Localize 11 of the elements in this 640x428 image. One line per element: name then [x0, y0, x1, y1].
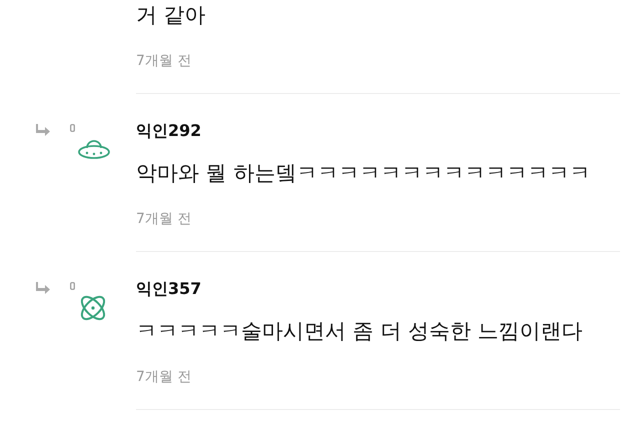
marker-icon [70, 124, 75, 132]
user-name: 익인292 [136, 120, 202, 142]
comment-time: 7개월 전 [136, 368, 192, 387]
comment-text: 악마와 뭘 하는뎈ㅋㅋㅋㅋㅋㅋㅋㅋㅋㅋㅋㅋㅋㅋ [136, 160, 592, 187]
comment-time: 7개월 전 [136, 210, 192, 229]
flying-saucer-icon [77, 138, 111, 160]
comment-text: 거 같아 [136, 2, 207, 29]
comment-time: 7개월 전 [136, 52, 192, 71]
user-name: 익인357 [136, 278, 202, 300]
comment-text: ㅋㅋㅋㅋㅋ술마시면서 좀 더 성숙한 느낌이랜다 [136, 318, 584, 345]
marker-icon [70, 282, 75, 290]
